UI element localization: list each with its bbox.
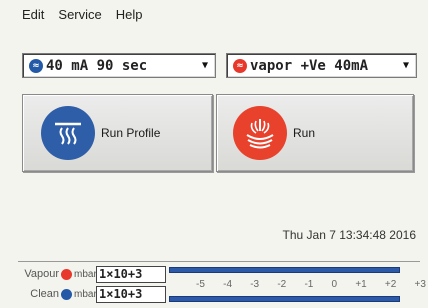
clean-pressure-value: 1×10+3 (96, 285, 166, 303)
blue-circle-icon: ≈ (29, 58, 43, 73)
timestamp: Thu Jan 7 13:34:48 2016 (282, 228, 416, 242)
mode-dropdown-value: vapor +Ve 40mA (250, 57, 369, 74)
clean-unit: mbar (74, 288, 97, 300)
menu-help[interactable]: Help (116, 7, 143, 25)
run-profile-label: Run Profile (101, 126, 161, 140)
chevron-down-icon[interactable]: ▼ (197, 55, 213, 76)
vapour-pressure-value: 1×10+3 (96, 265, 166, 283)
profile-dropdown[interactable]: ≈ 40 mA 90 sec ▼ (22, 53, 216, 78)
vapour-label-group: Vapour (18, 268, 72, 280)
menu-edit[interactable]: Edit (22, 7, 44, 25)
run-label: Run (293, 126, 316, 140)
vapour-icon (61, 268, 72, 280)
clean-heat-icon (41, 106, 95, 160)
menu-bar: Edit Service Help (22, 7, 143, 25)
clean-label-group: Clean (18, 288, 72, 300)
run-button[interactable]: Run (216, 94, 414, 172)
clean-label: Clean (30, 288, 59, 300)
profile-dropdown-value: 40 mA 90 sec (46, 57, 148, 74)
clean-gauge-row: Clean mbar 1×10+3 (18, 285, 400, 303)
clean-pressure-bar (169, 296, 400, 302)
vapor-flower-icon (233, 106, 287, 160)
clean-icon (61, 288, 72, 300)
pressure-status-panel: Vapour mbar 1×10+3 -5 -4 -3 -2 -1 0 +1 +2 +3 Cle… (18, 261, 426, 303)
chevron-down-icon[interactable]: ▼ (398, 55, 414, 76)
vapour-pressure-bar (169, 267, 400, 273)
scale-tick-label: +3 (414, 279, 426, 290)
mode-dropdown[interactable]: ≈ vapor +Ve 40mA ▼ (226, 53, 417, 78)
vapour-unit: mbar (74, 268, 97, 280)
red-circle-icon: ≈ (233, 58, 247, 73)
app-window: Edit Service Help ≈ 40 mA 90 sec ▼ ≈ vap… (0, 0, 428, 308)
run-profile-button[interactable]: Run Profile (22, 94, 213, 172)
vapour-label: Vapour (24, 268, 59, 280)
menu-service[interactable]: Service (58, 7, 101, 25)
